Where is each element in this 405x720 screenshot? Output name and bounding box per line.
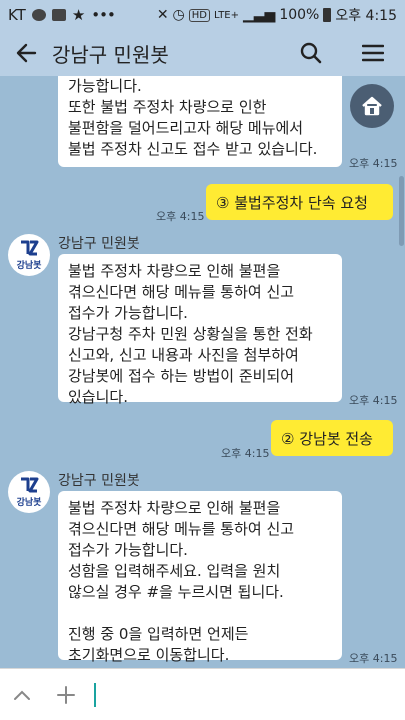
bot-message-bubble: 불법 주정차 차량으로 인해 불편을 겪으신다면 해당 메뉴를 통하여 신고 접… [58,491,342,664]
message-time: 오후 4:15 [349,394,398,407]
plus-icon [57,685,75,704]
message-input[interactable] [88,669,405,720]
status-bar: KT ★ ••• ✕ ◷ HD LTE+ ▁▃▅ 100% 오후 4:15 [0,0,405,30]
hamburger-menu-icon [362,44,384,62]
carrier-label: KT [8,6,26,24]
gangnam-logo-icon [21,240,39,256]
chevron-up-icon [14,690,30,700]
talk-notification-icon [31,9,46,21]
back-button[interactable] [0,30,52,76]
sender-name: 강남구 민원봇 [58,236,140,252]
my-message-bubble: ③ 불법주정차 단속 요청 [206,184,393,220]
hd-icon: HD [188,8,210,22]
chat-log[interactable]: 가능합니다. 또한 불법 주정차 차량으로 인한 불편함을 덜어드리고자 해당 … [0,76,405,668]
search-icon [300,42,322,64]
alarm-icon: ◷ [172,7,185,23]
image-notification-icon [51,9,66,21]
text-cursor [94,682,96,707]
chat-scrollbar[interactable] [399,176,404,246]
avatar-label: 강남봇 [16,261,42,271]
app-bar: 강남구 민원봇 [0,30,405,76]
message-time: 오후 4:15 [156,210,205,223]
home-button[interactable] [350,84,394,128]
bot-avatar[interactable]: 강남봇 [8,234,50,276]
search-button[interactable] [292,34,330,72]
message-input-bar [0,668,405,720]
sender-name: 강남구 민원봇 [58,473,140,489]
message-time: 오후 4:15 [349,157,398,170]
signal-icon: ▁▃▅ [243,7,276,23]
avatar-label: 강남봇 [16,498,42,508]
gangnam-logo-icon [21,477,39,493]
home-icon [362,96,382,116]
more-notifications-icon: ••• [91,6,116,24]
my-message-bubble: ② 강남봇 전송 [271,420,393,456]
add-attachment-button[interactable] [44,669,88,720]
arrow-left-icon [16,43,37,63]
chat-title: 강남구 민원봇 [52,42,169,67]
expand-button[interactable] [0,669,44,720]
network-type: LTE+ [214,9,239,21]
menu-button[interactable] [354,34,392,72]
message-time: 오후 4:15 [221,447,270,460]
bot-message-bubble: 가능합니다. 또한 불법 주정차 차량으로 인한 불편함을 덜어드리고자 해당 … [58,76,342,167]
message-time: 오후 4:15 [349,652,398,665]
status-time: 오후 4:15 [335,8,397,24]
battery-icon [323,8,332,22]
battery-percent: 100% [279,7,320,23]
bot-message-bubble: 불법 주정차 차량으로 인해 불편을 겪으신다면 해당 메뉴를 통하여 신고 접… [58,254,342,406]
mute-icon: ✕ [156,7,169,23]
bot-avatar[interactable]: 강남봇 [8,471,50,513]
star-icon: ★ [71,6,86,24]
